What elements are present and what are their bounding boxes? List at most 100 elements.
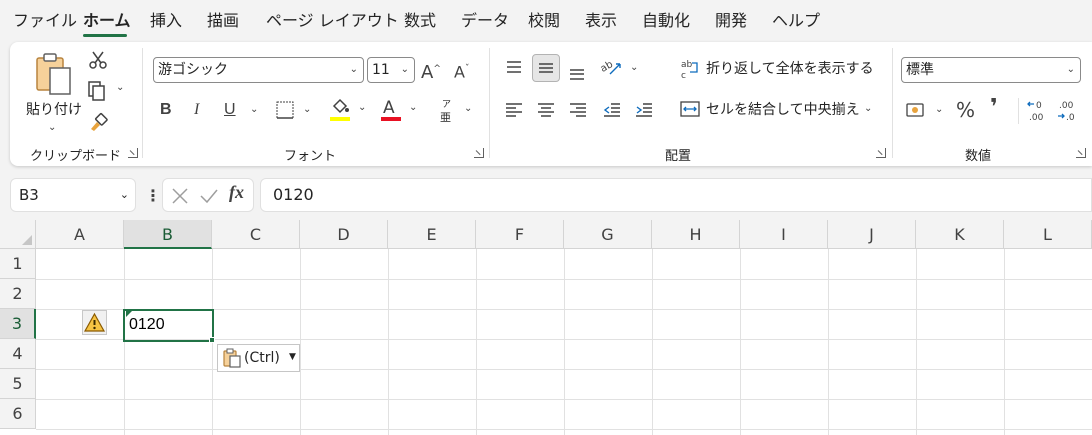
- column-header-c[interactable]: C: [212, 220, 300, 249]
- caret-down-icon: ▼: [289, 352, 296, 362]
- paint-bucket-icon: [332, 98, 349, 114]
- font-color-swatch: [381, 117, 401, 121]
- tab-page-layout[interactable]: ページ レイアウト: [266, 10, 399, 32]
- gridline: [300, 249, 301, 435]
- font-color-button[interactable]: A ⌄: [381, 98, 421, 122]
- svg-text:0: 0: [1036, 101, 1042, 111]
- column-header-h[interactable]: H: [652, 220, 740, 249]
- align-left-button[interactable]: [504, 100, 526, 122]
- text-orientation-icon: ab: [599, 59, 621, 75]
- wrap-text-button[interactable]: ab c 折り返して全体を表示する: [680, 58, 874, 82]
- fill-color-button[interactable]: ⌄: [330, 98, 370, 122]
- number-group-label: 数値: [965, 149, 992, 164]
- tab-developer[interactable]: 開発: [715, 10, 747, 32]
- column-header-l[interactable]: L: [1004, 220, 1092, 249]
- gridline: [476, 249, 477, 435]
- tab-home[interactable]: ホーム: [83, 10, 131, 32]
- column-header-g[interactable]: G: [564, 220, 652, 249]
- align-center-button[interactable]: [536, 100, 558, 122]
- select-all-button[interactable]: [0, 220, 36, 249]
- formula-bar: B3 ⌄ ⋮ fx 0120: [0, 172, 1092, 218]
- row-header-6[interactable]: 6: [0, 399, 36, 429]
- column-header-b[interactable]: B: [124, 220, 212, 249]
- increase-font-size-icon[interactable]: A^: [421, 59, 441, 83]
- number-format-value: 標準: [906, 62, 934, 78]
- column-header-i[interactable]: I: [740, 220, 828, 249]
- formula-input[interactable]: 0120: [260, 178, 1092, 212]
- tab-data[interactable]: データ: [461, 10, 509, 32]
- merge-center-label: セルを結合して中央揃え: [706, 102, 860, 118]
- format-painter-button[interactable]: [88, 112, 110, 134]
- copy-chevron-down-icon: ⌄: [116, 82, 125, 93]
- cancel-icon[interactable]: [171, 187, 189, 205]
- underline-button[interactable]: U: [224, 100, 236, 120]
- increase-decimal-button[interactable]: 0.00: [1026, 98, 1050, 124]
- tab-formulas[interactable]: 数式: [404, 10, 436, 32]
- insert-function-button[interactable]: fx: [229, 182, 244, 203]
- tab-insert[interactable]: 挿入: [150, 10, 182, 32]
- bold-button[interactable]: B: [160, 100, 172, 120]
- increase-indent-button[interactable]: [634, 100, 656, 122]
- tab-automate[interactable]: 自動化: [642, 10, 690, 32]
- accounting-format-button[interactable]: ⌄: [905, 100, 945, 122]
- align-right-button[interactable]: [568, 100, 590, 122]
- column-header-k[interactable]: K: [916, 220, 1004, 249]
- borders-button[interactable]: ⌄: [275, 100, 315, 122]
- copy-button[interactable]: ⌄: [86, 80, 126, 102]
- row-header-5[interactable]: 5: [0, 369, 36, 399]
- chevron-down-icon: ⌄: [864, 103, 873, 114]
- paste-button[interactable]: 貼り付け ⌄: [24, 50, 82, 134]
- merge-center-button[interactable]: セルを結合して中央揃え ⌄: [680, 99, 880, 123]
- align-bottom-button[interactable]: [567, 62, 589, 84]
- enter-check-icon[interactable]: [199, 187, 219, 205]
- tab-review[interactable]: 校閲: [528, 10, 560, 32]
- more-options-icon[interactable]: ⋮: [145, 186, 161, 205]
- clipboard-launcher-icon[interactable]: [128, 148, 138, 158]
- decrease-decimal-button[interactable]: .00.0: [1056, 98, 1080, 124]
- tab-draw[interactable]: 描画: [207, 10, 239, 32]
- row-header-3[interactable]: 3: [0, 309, 36, 339]
- wrap-text-label: 折り返して全体を表示する: [706, 61, 874, 77]
- column-header-f[interactable]: F: [476, 220, 564, 249]
- chevron-down-icon: ⌄: [464, 103, 473, 114]
- comma-style-button[interactable]: ❜: [990, 97, 998, 119]
- paste-options-button[interactable]: (Ctrl) ▼: [217, 344, 300, 372]
- tab-file[interactable]: ファイル: [13, 10, 77, 32]
- font-name-combobox[interactable]: 游ゴシック ⌄: [153, 57, 364, 83]
- column-header-a[interactable]: A: [36, 220, 124, 249]
- gridline: [652, 249, 653, 435]
- increase-decimal-icon: 0.00: [1027, 101, 1044, 123]
- copy-icon: [88, 81, 105, 101]
- font-size-combobox[interactable]: 11 ⌄: [367, 57, 415, 83]
- align-middle-button[interactable]: [532, 54, 560, 82]
- tab-help[interactable]: ヘルプ: [772, 10, 820, 32]
- ribbon: 貼り付け ⌄ ⌄ クリップボード 游ゴシック ⌄ 11 ⌄ A^ Aˇ B I …: [10, 42, 1092, 166]
- row-header-4[interactable]: 4: [0, 339, 36, 369]
- error-warning-button[interactable]: [82, 310, 107, 335]
- align-top-button[interactable]: [504, 58, 526, 80]
- phonetic-guide-button[interactable]: ア 亜 ⌄: [436, 97, 476, 125]
- font-launcher-icon[interactable]: [474, 148, 484, 158]
- font-size-value: 11: [372, 62, 390, 78]
- decrease-font-size-icon[interactable]: Aˇ: [454, 59, 469, 82]
- number-format-combobox[interactable]: 標準 ⌄: [901, 57, 1081, 83]
- italic-button[interactable]: I: [194, 100, 199, 120]
- gridline: [828, 249, 829, 435]
- fill-handle[interactable]: [209, 337, 215, 343]
- underline-chevron-down-icon[interactable]: ⌄: [250, 104, 258, 115]
- percent-style-button[interactable]: %: [956, 100, 975, 120]
- row-header-1[interactable]: 1: [0, 249, 36, 279]
- tab-view[interactable]: 表示: [585, 10, 617, 32]
- column-header-e[interactable]: E: [388, 220, 476, 249]
- number-launcher-icon[interactable]: [1076, 148, 1086, 158]
- orientation-button[interactable]: ab ⌄: [599, 58, 640, 80]
- cut-button[interactable]: [88, 50, 110, 72]
- align-top-icon: [507, 61, 521, 73]
- paste-options-icon: [223, 348, 241, 368]
- column-header-j[interactable]: J: [828, 220, 916, 249]
- alignment-launcher-icon[interactable]: [876, 148, 886, 158]
- decrease-indent-button[interactable]: [602, 100, 624, 122]
- row-header-2[interactable]: 2: [0, 279, 36, 309]
- name-box[interactable]: B3 ⌄: [10, 178, 136, 212]
- column-header-d[interactable]: D: [300, 220, 388, 249]
